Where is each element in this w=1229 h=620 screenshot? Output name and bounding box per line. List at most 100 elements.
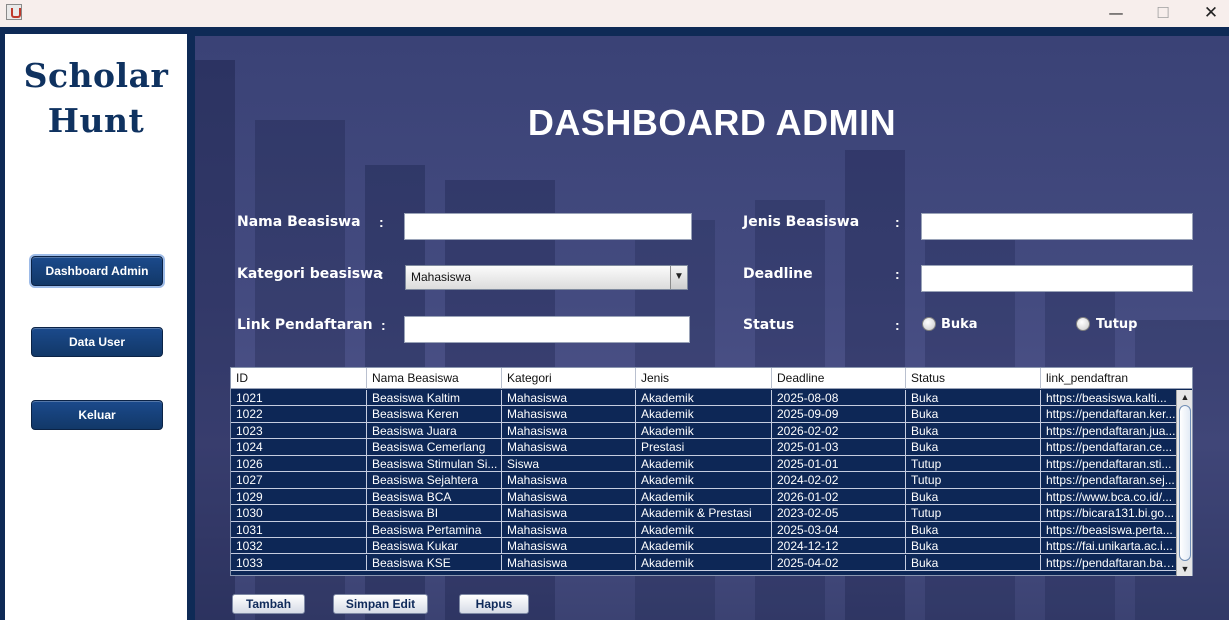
table-cell: 2025-04-02 bbox=[772, 554, 906, 571]
jenis-beasiswa-input[interactable] bbox=[921, 213, 1193, 240]
java-app-icon bbox=[6, 4, 22, 20]
logo-line-1: Scholar bbox=[23, 56, 169, 95]
table-cell: Mahasiswa bbox=[502, 390, 636, 406]
table-cell: Akademik & Prestasi bbox=[636, 505, 772, 522]
kategori-beasiswa-select[interactable]: Mahasiswa ▼ bbox=[405, 265, 688, 290]
table-cell: Beasiswa Kukar bbox=[367, 538, 502, 555]
sidebar-item-keluar[interactable]: Keluar bbox=[31, 400, 163, 430]
table-cell: 2026-01-02 bbox=[772, 488, 906, 505]
minimize-icon[interactable]: — bbox=[1093, 0, 1139, 27]
table-cell: 1026 bbox=[231, 455, 367, 472]
status-buka-radio[interactable] bbox=[922, 317, 936, 331]
table-cell: Akademik bbox=[636, 390, 772, 406]
table-row[interactable]: 1030 Beasiswa BI Mahasiswa Akademik & Prest… bbox=[231, 505, 1176, 522]
hapus-button[interactable]: Hapus bbox=[459, 594, 529, 614]
column-header-id[interactable]: ID bbox=[231, 368, 367, 389]
table-row[interactable]: 1024 Beasiswa Cemerlang Mahasiswa Prestasi 2… bbox=[231, 439, 1176, 456]
table-cell: Beasiswa Juara bbox=[367, 422, 502, 439]
nama-beasiswa-label: Nama Beasiswa bbox=[237, 214, 361, 230]
sidebar-item-dashboard-admin[interactable]: Dashboard Admin bbox=[31, 256, 163, 286]
scroll-down-icon[interactable]: ▼ bbox=[1177, 562, 1193, 576]
column-header-deadline[interactable]: Deadline bbox=[772, 368, 906, 389]
nama-beasiswa-input[interactable] bbox=[404, 213, 692, 240]
table-row[interactable]: 1023 Beasiswa Juara Mahasiswa Akademik 2026-… bbox=[231, 422, 1176, 440]
table-cell: 2024-12-12 bbox=[772, 538, 906, 555]
table-cell: Akademik bbox=[636, 422, 772, 439]
table-cell: 2025-01-01 bbox=[772, 455, 906, 472]
table-cell: https://www.bca.co.id/... bbox=[1046, 489, 1173, 504]
table-cell: Beasiswa Keren bbox=[367, 406, 502, 423]
status-tutup-radio[interactable] bbox=[1076, 317, 1090, 331]
table-row[interactable]: 1031 Beasiswa Pertamina Mahasiswa Akademik 2… bbox=[231, 521, 1176, 538]
page-title: DASHBOARD ADMIN bbox=[527, 102, 897, 143]
column-header-jenis[interactable]: Jenis bbox=[636, 368, 772, 389]
column-header-nama[interactable]: Nama Beasiswa bbox=[367, 368, 502, 389]
table-cell: https://pendaftaran.sti... bbox=[1046, 456, 1172, 471]
close-icon[interactable]: ✕ bbox=[1188, 0, 1229, 27]
table-cell: Buka bbox=[906, 554, 1041, 571]
table-row[interactable]: 1026 Beasiswa Stimulan Si... Siswa Akademik… bbox=[231, 455, 1176, 473]
table-cell: Mahasiswa bbox=[502, 422, 636, 439]
table-cell: 2025-09-09 bbox=[772, 406, 906, 423]
table-cell: 1031 bbox=[231, 521, 367, 538]
table-row[interactable]: 1032 Beasiswa Kukar Mahasiswa Akademik 2024-… bbox=[231, 538, 1176, 555]
colon: : bbox=[895, 214, 900, 230]
table-cell: Beasiswa KSE bbox=[367, 554, 502, 571]
table-cell: Beasiswa Kaltim bbox=[367, 390, 502, 406]
jenis-beasiswa-label: Jenis Beasiswa bbox=[743, 214, 860, 230]
column-header-kategori[interactable]: Kategori bbox=[502, 368, 636, 389]
table-cell: https://pendaftaran.sej... bbox=[1046, 473, 1175, 488]
table-cell: Buka bbox=[906, 521, 1041, 538]
table-cell: Mahasiswa bbox=[502, 406, 636, 423]
deadline-input[interactable] bbox=[921, 265, 1193, 292]
window-titlebar: — ☐ ✕ bbox=[0, 0, 1229, 27]
table-cell: Mahasiswa bbox=[502, 472, 636, 489]
scroll-up-icon[interactable]: ▲ bbox=[1177, 390, 1193, 404]
table-cell: 2025-01-03 bbox=[772, 439, 906, 456]
table-header-corner bbox=[1176, 368, 1192, 389]
table-row[interactable]: 1021 Beasiswa Kaltim Mahasiswa Akademik 2025… bbox=[231, 390, 1176, 407]
kategori-selected-value: Mahasiswa bbox=[411, 270, 472, 284]
table-row[interactable]: 1027 Beasiswa Sejahtera Mahasiswa Akademik 2… bbox=[231, 472, 1176, 489]
maximize-icon[interactable]: ☐ bbox=[1140, 0, 1186, 27]
table-cell: Mahasiswa bbox=[502, 505, 636, 522]
table-scrollbar[interactable]: ▲ ▼ bbox=[1176, 390, 1192, 576]
column-header-link[interactable]: link_pendaftran bbox=[1041, 368, 1176, 389]
table-cell: 1033 bbox=[231, 554, 367, 571]
link-pendaftaran-input[interactable] bbox=[404, 316, 690, 343]
table-cell: 2025-03-04 bbox=[772, 521, 906, 538]
colon: : bbox=[895, 317, 900, 333]
kategori-beasiswa-label: Kategori beasiswa bbox=[237, 266, 383, 282]
table-header: ID Nama Beasiswa Kategori Jenis Deadline… bbox=[231, 368, 1176, 389]
table-cell: Akademik bbox=[636, 472, 772, 489]
deadline-label: Deadline bbox=[743, 266, 813, 282]
table-cell: Beasiswa Sejahtera bbox=[367, 472, 502, 489]
tambah-button[interactable]: Tambah bbox=[232, 594, 305, 614]
table-cell: Buka bbox=[906, 488, 1041, 505]
table-cell: Buka bbox=[906, 439, 1041, 456]
main-panel: DASHBOARD ADMIN Nama Beasiswa : Jenis Be… bbox=[195, 36, 1229, 620]
table-cell: Buka bbox=[906, 422, 1041, 439]
skyline-building bbox=[195, 60, 235, 620]
simpan-edit-button[interactable]: Simpan Edit bbox=[333, 594, 428, 614]
table-cell: Mahasiswa bbox=[502, 554, 636, 571]
dropdown-arrow-icon[interactable]: ▼ bbox=[670, 266, 687, 289]
table-cell: Akademik bbox=[636, 455, 772, 472]
table-cell: Beasiswa Stimulan Si... bbox=[367, 455, 502, 472]
table-row[interactable]: 1029 Beasiswa BCA Mahasiswa Akademik 2026-01… bbox=[231, 488, 1176, 506]
colon: : bbox=[379, 214, 384, 230]
table-cell: 1022 bbox=[231, 406, 367, 423]
column-header-status[interactable]: Status bbox=[906, 368, 1041, 389]
table-cell: Akademik bbox=[636, 488, 772, 505]
status-label: Status bbox=[743, 317, 795, 333]
table-cell: Akademik bbox=[636, 538, 772, 555]
sidebar: Scholar Hunt Dashboard Admin Data User K… bbox=[5, 34, 187, 620]
scrollbar-thumb[interactable] bbox=[1179, 405, 1191, 561]
logo-line-2: Hunt bbox=[47, 101, 145, 140]
sidebar-item-data-user[interactable]: Data User bbox=[31, 327, 163, 357]
table-row[interactable]: 1022 Beasiswa Keren Mahasiswa Akademik 2025-… bbox=[231, 406, 1176, 423]
table-cell: Mahasiswa bbox=[502, 439, 636, 456]
table-cell: Beasiswa BCA bbox=[367, 488, 502, 505]
colon: : bbox=[379, 266, 384, 282]
table-row[interactable]: 1033 Beasiswa KSE Mahasiswa Akademik 2025-04… bbox=[231, 554, 1176, 571]
